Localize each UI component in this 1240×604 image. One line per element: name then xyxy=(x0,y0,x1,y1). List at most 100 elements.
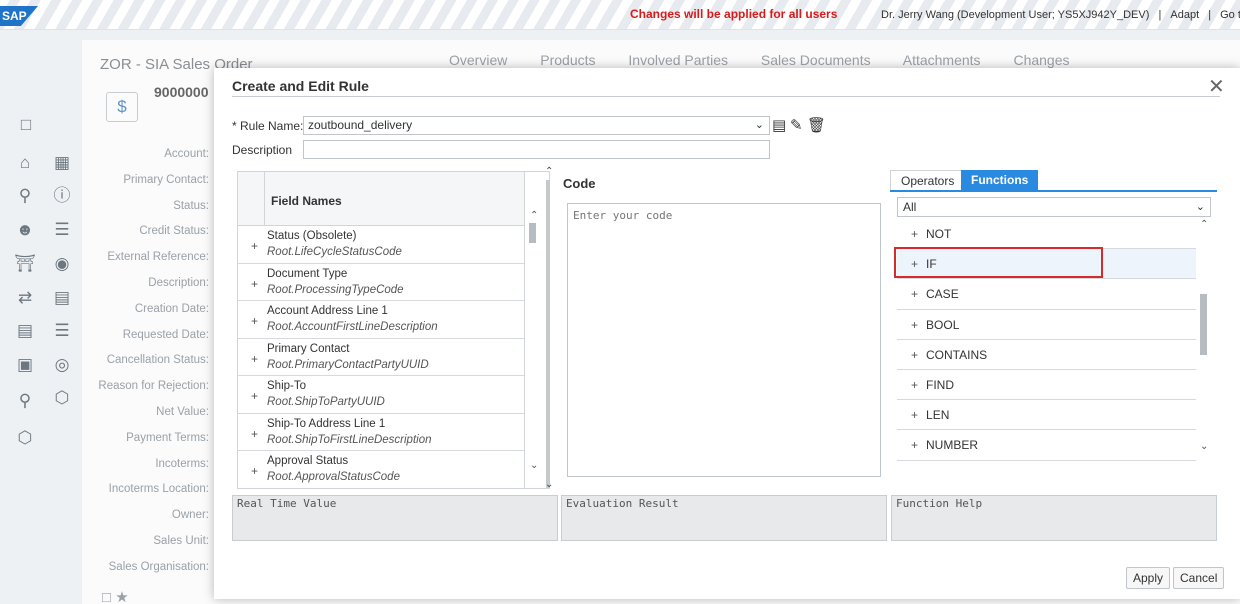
chevron-down-icon[interactable]: ⌄ xyxy=(1200,441,1208,452)
field-row[interactable]: + Approval Status Root.ApprovalStatusCod… xyxy=(238,451,524,489)
tab-attachments[interactable]: Attachments xyxy=(903,52,981,68)
copy-icon[interactable]: ▤ xyxy=(772,116,786,134)
field-label: Creation Date: xyxy=(134,302,209,315)
user-name[interactable]: Dr. Jerry Wang (Development User; YS5XJ9… xyxy=(881,9,1149,21)
function-item[interactable]: + CASE xyxy=(897,279,1196,310)
function-list-scrollbar[interactable]: ⌃ ⌄ xyxy=(1197,219,1213,462)
function-item[interactable]: + IF xyxy=(897,249,1196,280)
field-row[interactable]: + Primary Contact Root.PrimaryContactPar… xyxy=(238,339,524,376)
rule-name-label: * Rule Name: xyxy=(232,119,304,133)
chevron-down-icon: ⌄ xyxy=(754,119,764,131)
close-icon[interactable]: ✕ xyxy=(1208,74,1225,99)
map-pin-icon[interactable]: ⚲ xyxy=(14,390,36,412)
field-row[interactable]: + Ship-To Root.ShipToPartyUUID xyxy=(238,376,524,414)
customer-icon[interactable]: ☻ xyxy=(14,219,36,241)
function-name: IF xyxy=(926,257,937,272)
shell-bar: SAP Changes will be applied for all user… xyxy=(0,0,1240,30)
plus-icon: + xyxy=(911,378,919,392)
field-path: Root.ShipToPartyUUID xyxy=(267,396,385,408)
expand-icon[interactable]: + xyxy=(251,389,258,403)
goto-sap-link[interactable]: Go to SAP xyxy=(1220,9,1240,21)
header-gutter xyxy=(264,172,265,226)
chevron-up-icon[interactable]: ⌃ xyxy=(545,166,553,177)
tab-changes[interactable]: Changes xyxy=(1013,52,1069,68)
field-label: Requested Date: xyxy=(122,328,209,341)
expand-icon[interactable]: + xyxy=(251,277,258,291)
expand-icon[interactable]: + xyxy=(251,464,258,478)
rule-name-select[interactable]: zoutbound_delivery ⌄ xyxy=(303,116,770,135)
field-row[interactable]: + Account Address Line 1 Root.AccountFir… xyxy=(238,301,524,339)
tab-operators[interactable]: Operators xyxy=(890,170,966,190)
description-input[interactable] xyxy=(303,140,770,159)
field-row[interactable]: + Document Type Root.ProcessingTypeCode xyxy=(238,264,524,301)
field-label: Reason for Rejection: xyxy=(98,380,209,393)
delete-icon[interactable]: 🗑 xyxy=(807,116,826,134)
sap-logo[interactable]: SAP xyxy=(0,6,38,26)
chevron-up-icon[interactable]: ⌃ xyxy=(1200,219,1208,230)
plus-icon: + xyxy=(911,438,919,453)
institution-icon[interactable]: ⛩ xyxy=(14,253,36,275)
globe-icon[interactable]: ◎ xyxy=(51,354,73,376)
field-row[interactable]: + Status (Obsolete) Root.LifeCycleStatus… xyxy=(238,226,524,264)
star-icon[interactable]: ★ xyxy=(115,589,128,604)
payment-icon[interactable]: ⇄ xyxy=(14,287,36,309)
scroll-thumb[interactable] xyxy=(529,223,536,243)
alert-icon[interactable]: ⓘ xyxy=(51,185,73,207)
function-filter-select[interactable]: All ⌄ xyxy=(897,197,1211,217)
box-icon[interactable]: ⬡ xyxy=(51,387,73,409)
list-icon[interactable]: ☰ xyxy=(51,320,73,342)
sales-icon[interactable]: ▣ xyxy=(14,354,36,376)
function-item[interactable]: + NUMBER xyxy=(897,430,1196,461)
home-icon[interactable]: ⌂ xyxy=(14,152,36,174)
separator: | xyxy=(1208,9,1212,21)
field-row[interactable]: + Ship-To Address Line 1 Root.ShipToFirs… xyxy=(238,414,524,451)
money-icon[interactable]: ◉ xyxy=(51,253,73,275)
tab-functions[interactable]: Functions xyxy=(961,170,1039,190)
function-item[interactable]: + NOT xyxy=(897,219,1196,250)
title-divider xyxy=(232,96,1220,97)
code-editor[interactable] xyxy=(567,203,881,477)
dialog-title: Create and Edit Rule xyxy=(232,78,369,94)
tab-involved-parties[interactable]: Involved Parties xyxy=(628,52,728,68)
user-info: Dr. Jerry Wang (Development User; YS5XJ9… xyxy=(878,9,1240,21)
tab-overview[interactable]: Overview xyxy=(449,52,507,68)
function-item[interactable]: + FIND xyxy=(897,370,1196,401)
function-item[interactable]: + LEN xyxy=(897,400,1196,431)
field-label: Incoterms Location: xyxy=(108,483,209,496)
tab-sales-documents[interactable]: Sales Documents xyxy=(761,52,871,68)
tab-products[interactable]: Products xyxy=(540,52,595,68)
feed-icon[interactable]: □ xyxy=(15,114,37,136)
calendar-icon[interactable]: ▦ xyxy=(51,152,73,174)
package-icon[interactable]: ⬡ xyxy=(14,427,36,449)
expand-icon[interactable]: + xyxy=(251,314,258,328)
apply-button[interactable]: Apply xyxy=(1126,567,1171,589)
function-help-box: Function Help xyxy=(891,495,1217,541)
real-time-value-box: Real Time Value xyxy=(232,495,558,541)
expand-icon[interactable]: + xyxy=(251,352,258,366)
splitter-left[interactable] xyxy=(546,180,550,488)
chevron-down-icon[interactable]: ⌄ xyxy=(530,460,538,471)
function-item[interactable]: + CONTAINS xyxy=(897,340,1196,370)
adapt-link[interactable]: Adapt xyxy=(1170,9,1199,21)
adaptation-warning: Changes will be applied for all users xyxy=(630,7,838,21)
expand-icon[interactable]: + xyxy=(251,427,258,441)
quote-icon[interactable]: ▤ xyxy=(14,320,36,342)
function-name: BOOL xyxy=(926,317,960,332)
expand-icon[interactable]: + xyxy=(251,239,258,253)
plus-icon: + xyxy=(911,408,919,423)
create-edit-rule-dialog: Create and Edit Rule ✕ * Rule Name: zout… xyxy=(214,68,1240,599)
chevron-up-icon[interactable]: ⌃ xyxy=(530,210,538,221)
field-labels: Account: Primary Contact: Status: Credit… xyxy=(90,148,209,587)
chevron-down-icon[interactable]: ⌄ xyxy=(545,479,553,490)
scroll-thumb[interactable] xyxy=(1200,294,1207,355)
field-label: Description: xyxy=(148,276,209,289)
cancel-button[interactable]: Cancel xyxy=(1173,567,1225,589)
feed-icon[interactable]: □ xyxy=(102,589,111,604)
function-item[interactable]: + BOOL xyxy=(897,310,1196,340)
function-list: + NOT + IF + CASE + BOOL + CONTAINS + FIND + LE… xyxy=(897,219,1213,462)
field-path: Root.AccountFirstLineDescription xyxy=(267,321,438,333)
search-icon[interactable]: ⚲ xyxy=(14,185,36,207)
document-icon[interactable]: ▤ xyxy=(51,287,73,309)
edit-icon[interactable]: ✎ xyxy=(790,116,803,134)
contacts-icon[interactable]: ☰ xyxy=(51,219,73,241)
